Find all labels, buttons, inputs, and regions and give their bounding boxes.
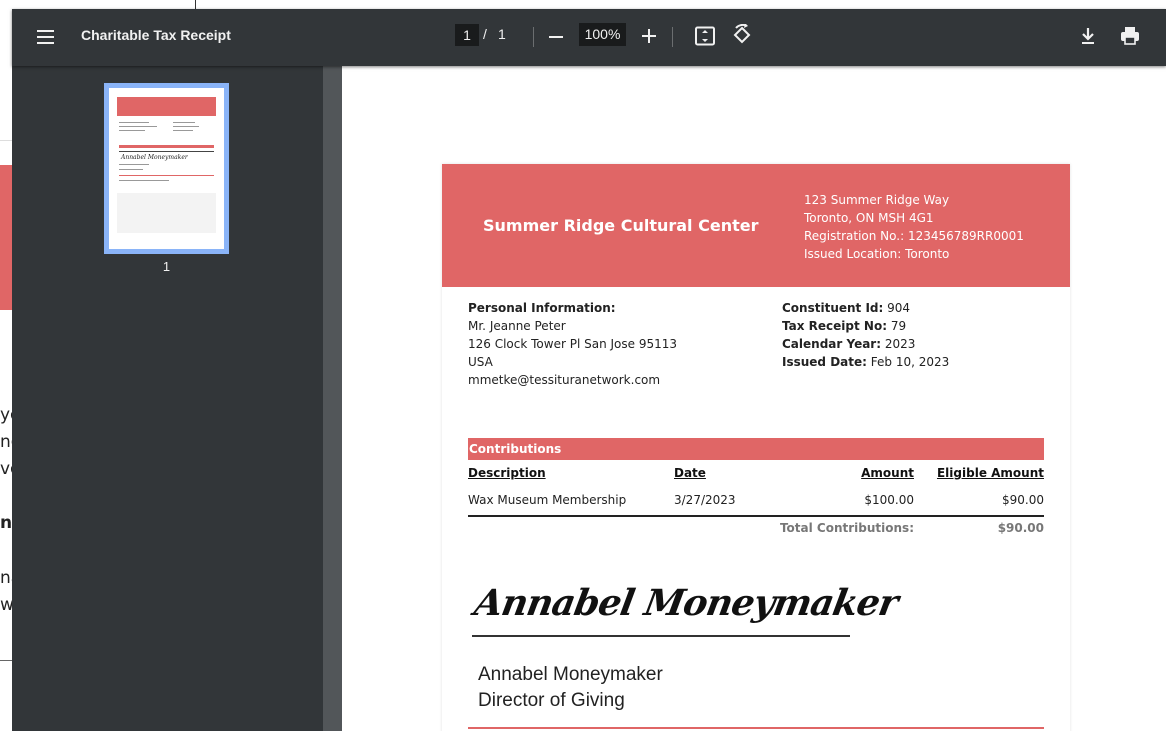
fit-page-icon[interactable] (694, 26, 716, 46)
pdf-viewer: Charitable Tax Receipt 1 / 1 100% Annabe… (12, 9, 1166, 731)
detail-row: Constituent Id: 904 (782, 301, 911, 315)
personal-line: Mr. Jeanne Peter (468, 319, 566, 333)
receipt-header: Summer Ridge Cultural Center 123 Summer … (442, 164, 1070, 287)
table-cell: $90.00 (1002, 493, 1044, 507)
personal-line: USA (468, 355, 493, 369)
thumbnail-header (117, 97, 216, 116)
column-header: Eligible Amount (936, 466, 1044, 480)
total-value: $90.00 (997, 521, 1044, 535)
menu-icon[interactable] (32, 25, 60, 49)
personal-line: mmetke@tessituranetwork.com (468, 373, 661, 387)
signature: Annabel Moneymaker (471, 582, 901, 624)
address-line: Toronto, ON MSH 4G1 (804, 211, 934, 225)
screen: yo nc vo na na w Charitable Tax Receipt … (0, 0, 1166, 731)
thumbnail-signature: Annabel Moneymaker (121, 154, 188, 161)
download-icon[interactable] (1079, 26, 1097, 46)
document-view: Summer Ridge Cultural Center 123 Summer … (342, 66, 1166, 731)
table-cell: 3/27/2023 (674, 493, 736, 507)
toolbar-divider (533, 27, 534, 47)
signature-line (472, 635, 850, 637)
footer-divider (468, 727, 1044, 729)
total-label: Total Contributions: (779, 521, 914, 535)
detail-row: Calendar Year: 2023 (782, 337, 916, 351)
detail-row: Tax Receipt No: 79 (782, 319, 907, 333)
zoom-out-button[interactable] (549, 36, 563, 38)
organization-address: 123 Summer Ridge Way Toronto, ON MSH 4G1… (804, 191, 1024, 263)
print-icon[interactable] (1119, 26, 1141, 46)
personal-line: 126 Clock Tower Pl San Jose 95113 (468, 337, 677, 351)
page-total: 1 (498, 26, 506, 42)
page-thumbnail[interactable]: Annabel Moneymaker (104, 83, 229, 254)
page-separator: / (483, 26, 487, 42)
column-header: Date (674, 466, 706, 480)
sidebar-scrollbar[interactable] (323, 66, 342, 731)
address-line: 123 Summer Ridge Way (804, 193, 950, 207)
rotate-icon[interactable] (731, 24, 753, 46)
organization-name: Summer Ridge Cultural Center (483, 216, 759, 235)
thumbnail-sidebar: Annabel Moneymaker 1 (12, 66, 323, 731)
document-title: Charitable Tax Receipt (81, 27, 231, 43)
table-cell: $100.00 (864, 493, 914, 507)
receipt-page: Summer Ridge Cultural Center 123 Summer … (442, 164, 1070, 731)
table-cell: Wax Museum Membership (468, 493, 627, 507)
column-header: Amount (861, 466, 914, 480)
contributions-heading: Contributions (468, 438, 1044, 460)
page-number-input[interactable]: 1 (455, 24, 479, 46)
thumbnail-page-number: 1 (162, 259, 171, 274)
zoom-in-button[interactable] (641, 28, 657, 44)
personal-information: Personal Information: Mr. Jeanne Peter 1… (468, 299, 677, 389)
table-divider (468, 515, 1044, 517)
personal-heading: Personal Information: (468, 301, 616, 315)
thumbnail-preview: Annabel Moneymaker (109, 88, 224, 249)
receipt-details: Constituent Id: 904 Tax Receipt No: 79 C… (782, 299, 949, 371)
column-header: Description (468, 466, 546, 480)
toolbar-divider (672, 27, 673, 47)
address-line: Registration No.: 123456789RR0001 (804, 229, 1024, 243)
zoom-input[interactable]: 100% (579, 23, 626, 46)
detail-row: Issued Date: Feb 10, 2023 (782, 355, 950, 369)
signer-title: Director of Giving (478, 690, 625, 711)
signer-name: Annabel Moneymaker (478, 664, 663, 685)
address-line: Issued Location: Toronto (804, 247, 950, 261)
viewer-toolbar: Charitable Tax Receipt 1 / 1 100% (12, 9, 1166, 66)
